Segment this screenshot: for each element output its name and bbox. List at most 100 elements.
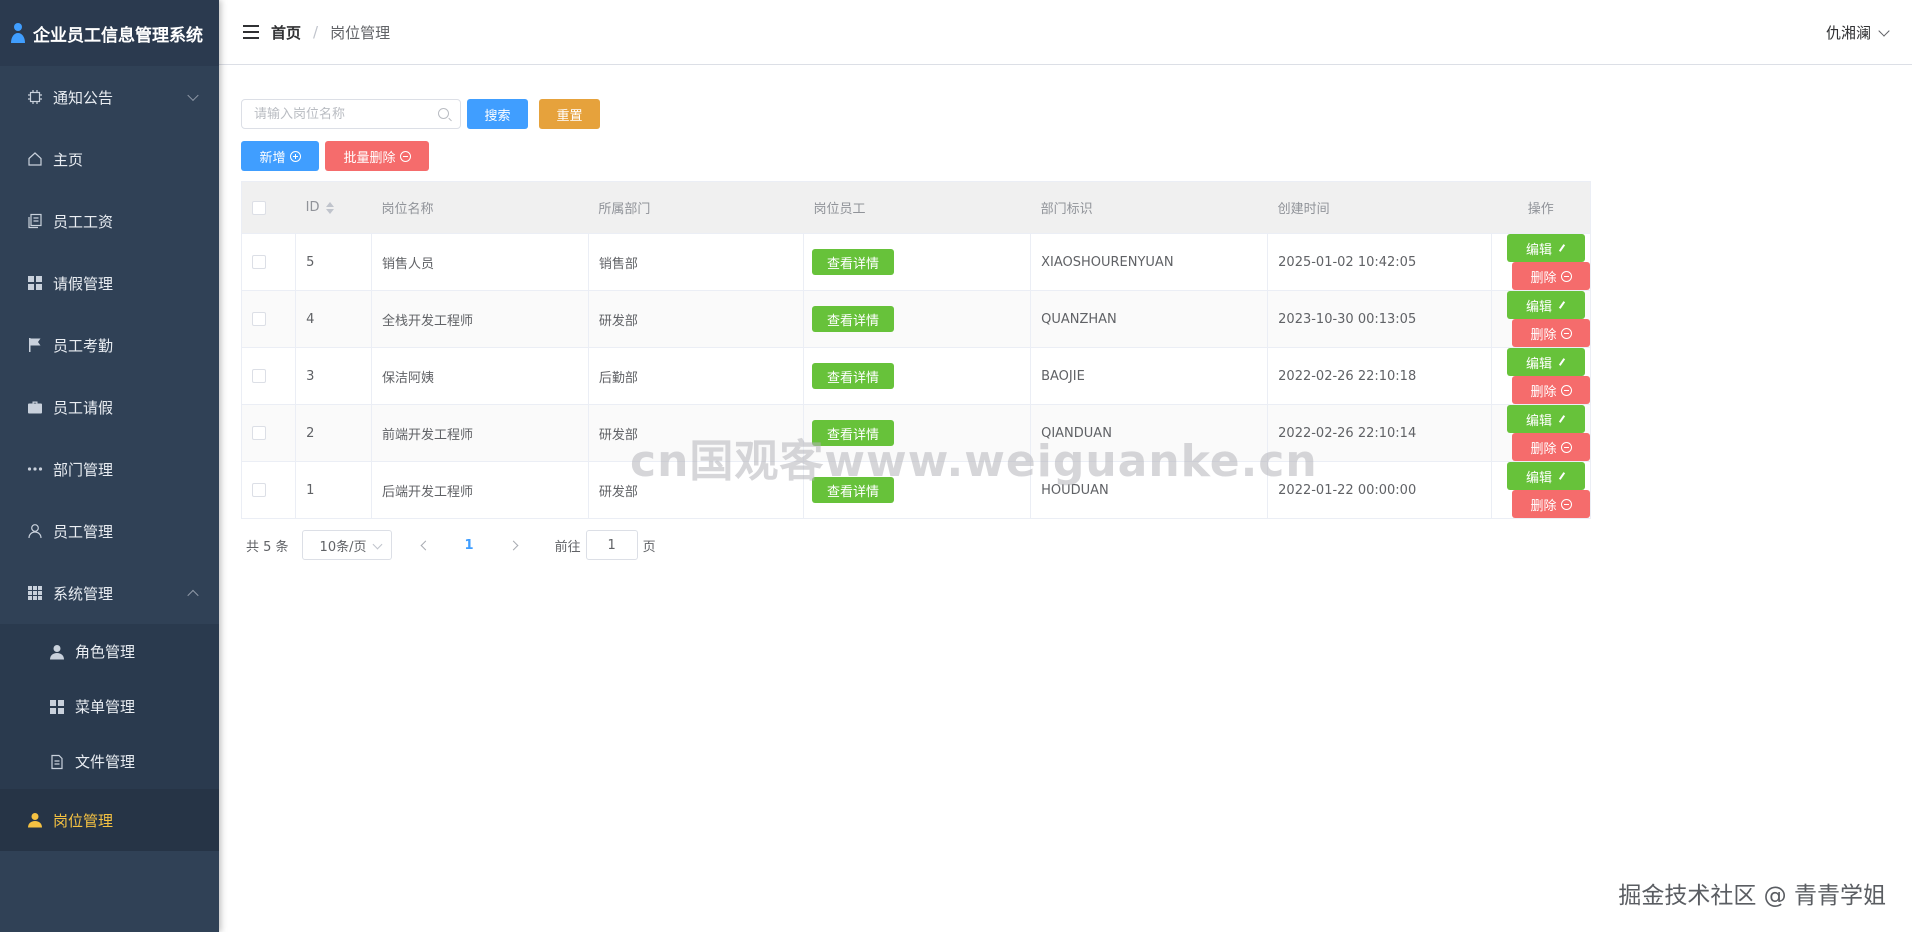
cell-id: 5 (295, 233, 372, 291)
sidebar-item-department[interactable]: 部门管理 (0, 438, 219, 500)
table-header-row: ID 岗位名称 所属部门 岗位员工 部门标识 创建时间 操作 (241, 181, 1591, 234)
sidebar-item-position[interactable]: 岗位管理 (0, 789, 219, 851)
cell-tag: QIANDUAN (1030, 404, 1269, 462)
position-table: ID 岗位名称 所属部门 岗位员工 部门标识 创建时间 操作 5 销售人员 销售部查… (241, 181, 1591, 519)
row-checkbox[interactable] (252, 255, 266, 269)
delete-label: 删除 (1530, 441, 1557, 457)
briefcase-icon (26, 398, 44, 416)
grid-icon (26, 274, 44, 292)
edit-button[interactable]: 编辑 (1507, 348, 1585, 376)
batch-delete-button[interactable]: 批量删除 (325, 141, 429, 171)
chevron-down-icon (187, 89, 199, 102)
view-details-button[interactable]: 查看详情 (812, 306, 894, 332)
cell-name: 保洁阿姨 (371, 347, 589, 405)
edit-button[interactable]: 编辑 (1507, 462, 1585, 490)
view-details-button[interactable]: 查看详情 (812, 420, 894, 446)
delete-label: 删除 (1530, 327, 1557, 343)
user-menu[interactable]: 仇湘澜 (1826, 22, 1890, 43)
add-button-label: 新增 (259, 150, 286, 166)
row-checkbox[interactable] (252, 483, 266, 497)
cell-dept: 研发部 (588, 404, 805, 462)
view-details-button[interactable]: 查看详情 (812, 477, 894, 503)
edit-button[interactable]: 编辑 (1507, 291, 1585, 319)
app-logo[interactable]: 企业员工信息管理系统 (0, 0, 219, 66)
sidebar-item-notice[interactable]: 通知公告 (0, 66, 219, 128)
edit-button[interactable]: 编辑 (1507, 405, 1585, 433)
search-button[interactable]: 搜索 (467, 99, 528, 129)
sidebar-item-label: 通知公告 (53, 88, 114, 107)
cpu-icon (26, 88, 44, 106)
sidebar-item-label: 员工请假 (53, 398, 114, 417)
cell-id: 1 (295, 461, 372, 519)
sidebar-item-leave-manage[interactable]: 请假管理 (0, 252, 219, 314)
user-solid-icon (48, 643, 66, 661)
edit-button[interactable]: 编辑 (1507, 234, 1585, 262)
add-button[interactable]: 新增 (241, 141, 319, 171)
delete-button[interactable]: 删除 (1512, 433, 1590, 461)
edit-label: 编辑 (1525, 356, 1552, 372)
cell-id: 2 (295, 404, 372, 462)
cell-tag: XIAOSHOURENYUAN (1030, 233, 1269, 291)
circle-minus-icon (1560, 270, 1572, 282)
cell-actions: 编辑 删除 (1491, 461, 1591, 519)
sidebar-item-label: 菜单管理 (75, 698, 136, 716)
cell-created: 2022-02-26 22:10:18 (1267, 347, 1492, 405)
sidebar-item-employee-leave[interactable]: 员工请假 (0, 376, 219, 438)
cell-staff: 查看详情 (803, 347, 1032, 405)
reset-button[interactable]: 重置 (539, 99, 600, 129)
pagination: 共 5 条 10条/页 1 前往 1 页 (241, 529, 1890, 561)
hamburger-icon[interactable] (243, 25, 259, 39)
column-header-id[interactable]: ID (295, 181, 372, 234)
edit-label: 编辑 (1525, 299, 1552, 315)
delete-button[interactable]: 删除 (1512, 376, 1590, 404)
chevron-left-icon (420, 540, 430, 550)
batch-delete-label: 批量删除 (343, 150, 396, 166)
sidebar-item-employee[interactable]: 员工管理 (0, 500, 219, 562)
pagination-total: 共 5 条 (246, 539, 289, 555)
goto-prefix: 前往 (554, 539, 581, 555)
sort-icon[interactable] (325, 201, 334, 214)
sidebar-item-label: 岗位管理 (53, 811, 114, 830)
cell-dept: 后勤部 (588, 347, 805, 405)
sidebar-item-home[interactable]: 主页 (0, 128, 219, 190)
sidebar-item-role[interactable]: 角色管理 (0, 624, 219, 679)
sidebar-item-label: 主页 (53, 150, 84, 169)
circle-minus-icon (1560, 384, 1572, 396)
cell-name: 全栈开发工程师 (371, 290, 589, 348)
prev-page-button[interactable] (420, 538, 430, 553)
table-body: 5 销售人员 销售部 查看详情 XIAOSHOURENYUAN 2025-01-02 10… (241, 233, 1591, 519)
cell-staff: 查看详情 (803, 461, 1032, 519)
page-number[interactable]: 1 (465, 538, 474, 553)
delete-button[interactable]: 删除 (1512, 490, 1590, 518)
cell-created: 2023-10-30 00:13:05 (1267, 290, 1492, 348)
row-checkbox[interactable] (252, 426, 266, 440)
next-page-button[interactable] (508, 538, 519, 553)
delete-button[interactable]: 删除 (1512, 319, 1590, 347)
view-details-button[interactable]: 查看详情 (812, 249, 894, 275)
table-row: 5 销售人员 销售部 查看详情 XIAOSHOURENYUAN 2025-01-02 10… (241, 233, 1591, 291)
user-solid-icon (26, 811, 44, 829)
cell-dept: 研发部 (588, 290, 805, 348)
delete-label: 删除 (1530, 270, 1557, 286)
column-header-dept: 所属部门 (588, 181, 804, 234)
delete-button[interactable]: 删除 (1512, 262, 1590, 290)
view-details-button[interactable]: 查看详情 (812, 363, 894, 389)
sidebar-item-file[interactable]: 文件管理 (0, 734, 219, 789)
breadcrumb-home[interactable]: 首页 (271, 22, 301, 43)
document-icon (48, 753, 66, 771)
sidebar-item-attendance[interactable]: 员工考勤 (0, 314, 219, 376)
row-checkbox[interactable] (252, 369, 266, 383)
sidebar-item-salary[interactable]: 员工工资 (0, 190, 219, 252)
search-field[interactable] (241, 99, 461, 129)
goto-page-input[interactable]: 1 (585, 530, 638, 560)
edit-pen-icon (1558, 472, 1566, 480)
delete-label: 删除 (1530, 498, 1557, 514)
page-size-select[interactable]: 10条/页 (301, 530, 392, 560)
sidebar-item-menu[interactable]: 菜单管理 (0, 679, 219, 734)
edit-pen-icon (1558, 415, 1566, 423)
sidebar-item-system[interactable]: 系统管理 (0, 562, 219, 624)
breadcrumb: 首页 / 岗位管理 (271, 22, 390, 43)
search-input[interactable] (254, 106, 424, 122)
row-checkbox[interactable] (252, 312, 266, 326)
select-all-checkbox[interactable] (252, 200, 266, 215)
